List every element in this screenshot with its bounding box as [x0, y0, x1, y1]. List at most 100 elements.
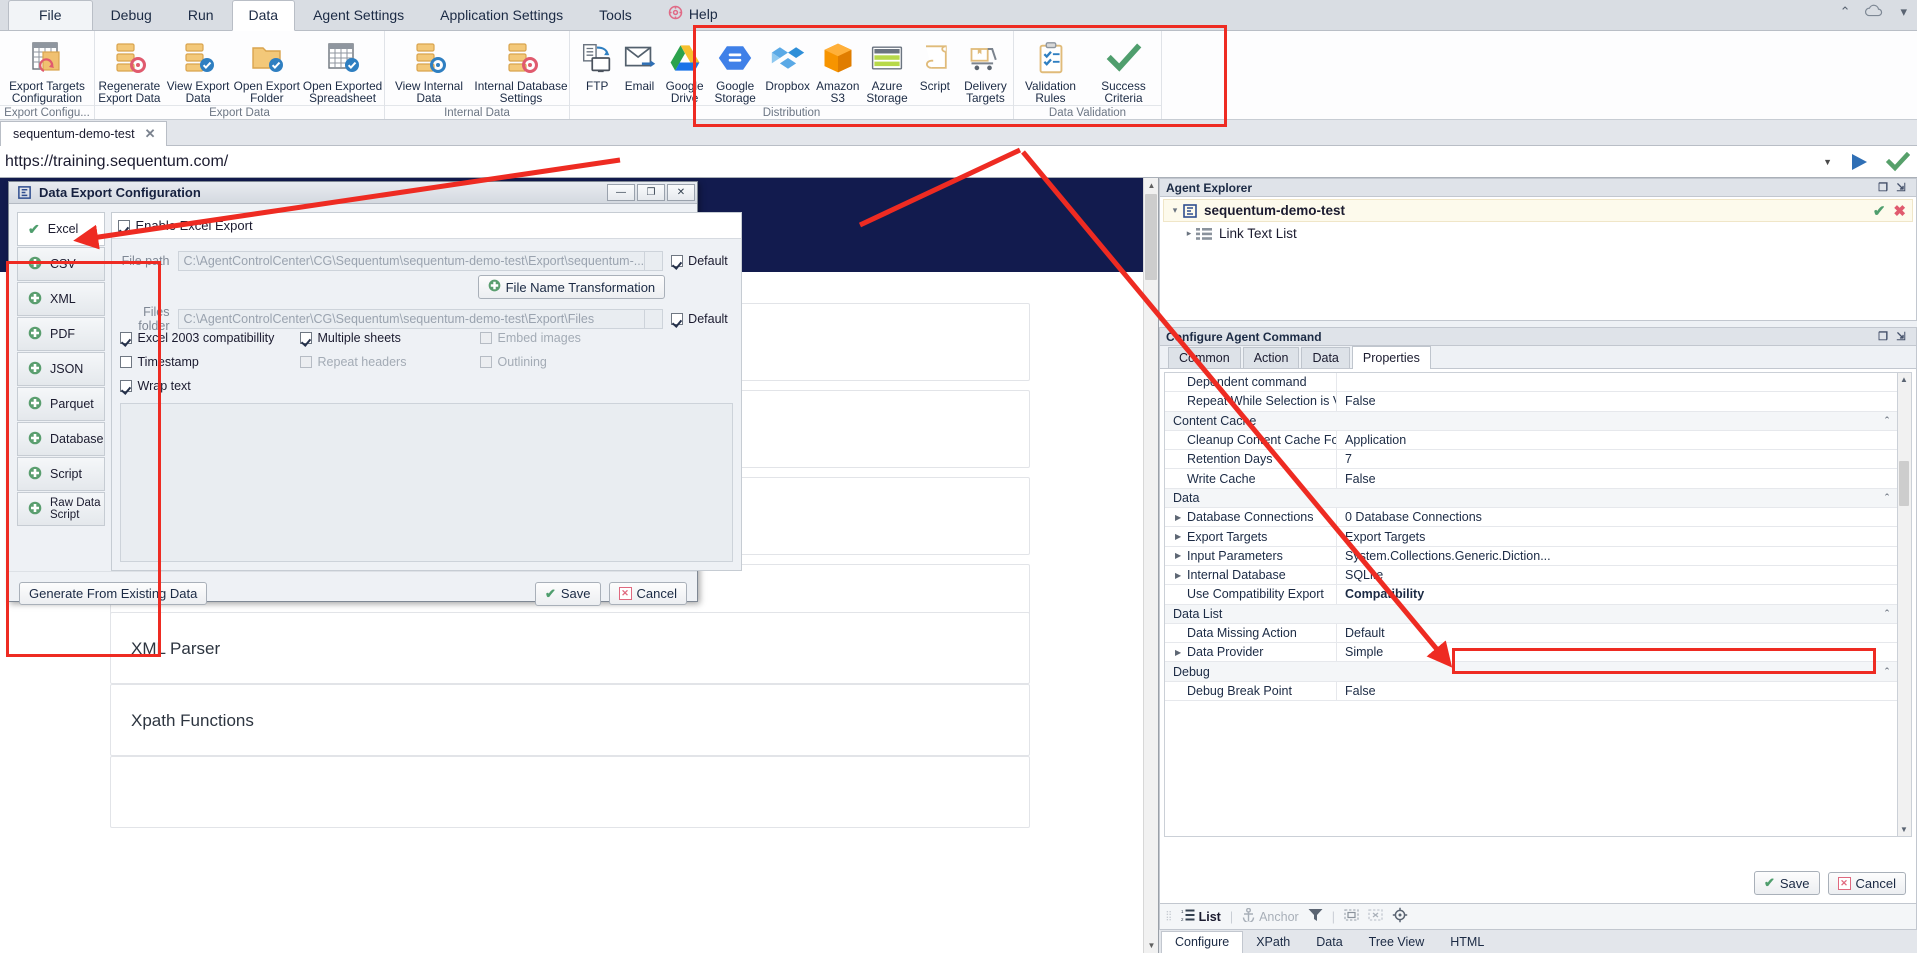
bottom-tab-xpath[interactable]: XPath: [1243, 932, 1303, 953]
property-value[interactable]: Compatibility: [1337, 587, 1897, 601]
tree-item-link-text-list[interactable]: ▸ Link Text List: [1160, 222, 1916, 245]
option-checkbox[interactable]: [119, 356, 132, 368]
close-icon[interactable]: ✕: [145, 126, 156, 142]
option-checkbox[interactable]: [119, 332, 132, 344]
ribbon-button-open-export-folder[interactable]: Open Export Folder: [232, 36, 301, 105]
ribbon-button-email[interactable]: Email: [618, 36, 660, 92]
tab-common[interactable]: Common: [1168, 347, 1241, 368]
property-value[interactable]: False: [1337, 472, 1897, 486]
property-row[interactable]: Data Missing Action Default: [1165, 623, 1897, 644]
scrollbar-thumb[interactable]: [1899, 461, 1909, 506]
property-category-row[interactable]: Content Cache ⌃: [1165, 411, 1897, 431]
property-value[interactable]: 7: [1337, 452, 1897, 466]
data-export-configuration-dialog[interactable]: Data Export Configuration — ❐ ✕ ✔ Excel …: [8, 181, 743, 606]
enable-excel-export-row[interactable]: Enable Excel Export: [111, 213, 742, 239]
file-path-default-checkbox[interactable]: [671, 255, 684, 267]
ribbon-button-view-internal-data[interactable]: View Internal Data: [385, 36, 473, 105]
tree-item-root[interactable]: ▾ sequentum-demo-test ✔ ✖: [1163, 199, 1913, 222]
ribbon-button-dropbox[interactable]: Dropbox: [762, 36, 814, 92]
apply-button[interactable]: [1879, 151, 1917, 172]
property-row[interactable]: Dependent command: [1165, 373, 1897, 393]
property-row[interactable]: Repeat While Selection is ValidFalse: [1165, 392, 1897, 412]
chevron-right-icon[interactable]: ▶: [1175, 532, 1181, 541]
property-row[interactable]: ▶ Database Connections 0 Database Connecti…: [1165, 508, 1897, 528]
scrollbar-thumb[interactable]: [1145, 194, 1157, 280]
chevron-right-icon[interactable]: ▶: [1175, 551, 1181, 560]
property-row[interactable]: Debug Break Point False: [1165, 681, 1897, 702]
chevron-down-icon[interactable]: ▼: [1823, 157, 1832, 167]
format-item-csv[interactable]: CSV: [17, 247, 105, 281]
scroll-up-icon[interactable]: ▲: [1898, 373, 1910, 386]
scroll-down-icon[interactable]: ▼: [1144, 938, 1158, 953]
dialog-maximize-button[interactable]: ❐: [637, 184, 665, 201]
url-input[interactable]: https://training.sequentum.com/ ▼: [0, 146, 1841, 177]
ribbon-button-internal-database-settings[interactable]: Internal Database Settings: [473, 36, 569, 105]
restore-icon[interactable]: ❐: [1874, 181, 1892, 194]
ribbon-button-amazon-s3[interactable]: Amazon S3: [813, 36, 862, 105]
menu-item-tools[interactable]: Tools: [581, 1, 650, 30]
property-value[interactable]: Simple: [1337, 645, 1897, 659]
chevron-right-icon[interactable]: ▶: [1175, 513, 1181, 522]
format-item-json[interactable]: JSON: [17, 352, 105, 386]
page-card[interactable]: [110, 756, 1030, 828]
dialog-title-bar[interactable]: Data Export Configuration — ❐ ✕: [9, 182, 697, 204]
format-item-raw-data-script[interactable]: Raw Data Script: [17, 492, 105, 526]
ribbon-button-delivery-targets[interactable]: Delivery Targets: [958, 36, 1013, 105]
menu-item-application-settings[interactable]: Application Settings: [422, 1, 581, 30]
property-value[interactable]: 0 Database Connections: [1337, 510, 1897, 524]
format-item-parquet[interactable]: Parquet: [17, 387, 105, 421]
target-icon[interactable]: [1392, 907, 1408, 926]
chevron-up-icon[interactable]: ⌃: [1877, 666, 1897, 677]
property-grid-scrollbar[interactable]: ▲ ▼: [1898, 372, 1912, 837]
chevron-right-icon[interactable]: ▸: [1182, 228, 1196, 239]
menu-item-run[interactable]: Run: [170, 1, 232, 30]
ribbon-button-google-drive[interactable]: Google Drive: [661, 36, 709, 105]
property-value[interactable]: False: [1337, 684, 1897, 698]
dialog-minimize-button[interactable]: —: [607, 184, 635, 201]
bottom-tab-configure[interactable]: Configure: [1161, 931, 1244, 953]
clear-selection-icon[interactable]: [1368, 908, 1383, 925]
files-folder-default-toggle[interactable]: Default: [671, 312, 733, 326]
option-excel-2003-compatibility[interactable]: Excel 2003 compatibillity: [119, 331, 300, 345]
ribbon-button-open-exported-spreadsheet[interactable]: Open Exported Spreadsheet: [301, 36, 384, 105]
tab-action[interactable]: Action: [1242, 347, 1300, 368]
bottom-tab-html[interactable]: HTML: [1437, 932, 1497, 953]
panel-cancel-button[interactable]: ✕ Cancel: [1827, 871, 1906, 895]
cloud-icon[interactable]: [1864, 4, 1886, 20]
ribbon-button-azure-storage[interactable]: Azure Storage: [862, 36, 912, 105]
option-checkbox[interactable]: [299, 332, 312, 344]
chevron-up-icon[interactable]: ⌃: [1877, 608, 1897, 619]
scroll-up-icon[interactable]: ▲: [1144, 178, 1158, 193]
menu-item-agent-settings[interactable]: Agent Settings: [295, 1, 422, 30]
property-row[interactable]: Write Cache False: [1165, 469, 1897, 489]
pin-icon[interactable]: ⇲: [1892, 181, 1910, 194]
format-item-xml[interactable]: XML: [17, 282, 105, 316]
scroll-down-icon[interactable]: ▼: [1898, 823, 1910, 836]
property-row[interactable]: Use Compatibility Export Compatibility: [1165, 585, 1897, 605]
ribbon-button-google-storage[interactable]: Google Storage: [709, 36, 762, 105]
property-row[interactable]: ▶ Input Parameters System.Collections.Gene…: [1165, 546, 1897, 566]
agent-remove-icon[interactable]: ✖: [1893, 202, 1906, 220]
filter-icon[interactable]: [1308, 908, 1323, 925]
panel-save-button[interactable]: ✔ Save: [1753, 871, 1820, 895]
property-value[interactable]: False: [1337, 394, 1897, 408]
file-path-browse-button[interactable]: [645, 251, 664, 271]
format-item-script[interactable]: Script: [17, 457, 105, 491]
property-category-row[interactable]: Data List ⌃: [1165, 604, 1897, 624]
ribbon-button-regenerate-export-data[interactable]: Regenerate Export Data: [95, 36, 164, 105]
select-area-icon[interactable]: [1344, 908, 1359, 925]
chevron-down-icon[interactable]: ▾: [1168, 205, 1182, 216]
page-card-xml-parser[interactable]: XML Parser: [110, 612, 1030, 684]
property-value[interactable]: Application: [1337, 433, 1897, 447]
property-value[interactable]: System.Collections.Generic.Diction...: [1337, 549, 1897, 563]
property-category-row[interactable]: Data ⌃: [1165, 488, 1897, 509]
ribbon-button-ftp[interactable]: FTP: [576, 36, 618, 92]
option-multiple-sheets[interactable]: Multiple sheets: [299, 331, 480, 345]
menu-item-help[interactable]: Help: [650, 0, 736, 30]
bottom-tab-data[interactable]: Data: [1303, 932, 1355, 953]
dialog-save-button[interactable]: ✔ Save: [534, 581, 601, 606]
format-item-pdf[interactable]: PDF: [17, 317, 105, 351]
dialog-cancel-button[interactable]: ✕ Cancel: [608, 582, 687, 605]
property-value[interactable]: Export Targets: [1337, 530, 1897, 544]
tab-properties[interactable]: Properties: [1351, 346, 1431, 369]
